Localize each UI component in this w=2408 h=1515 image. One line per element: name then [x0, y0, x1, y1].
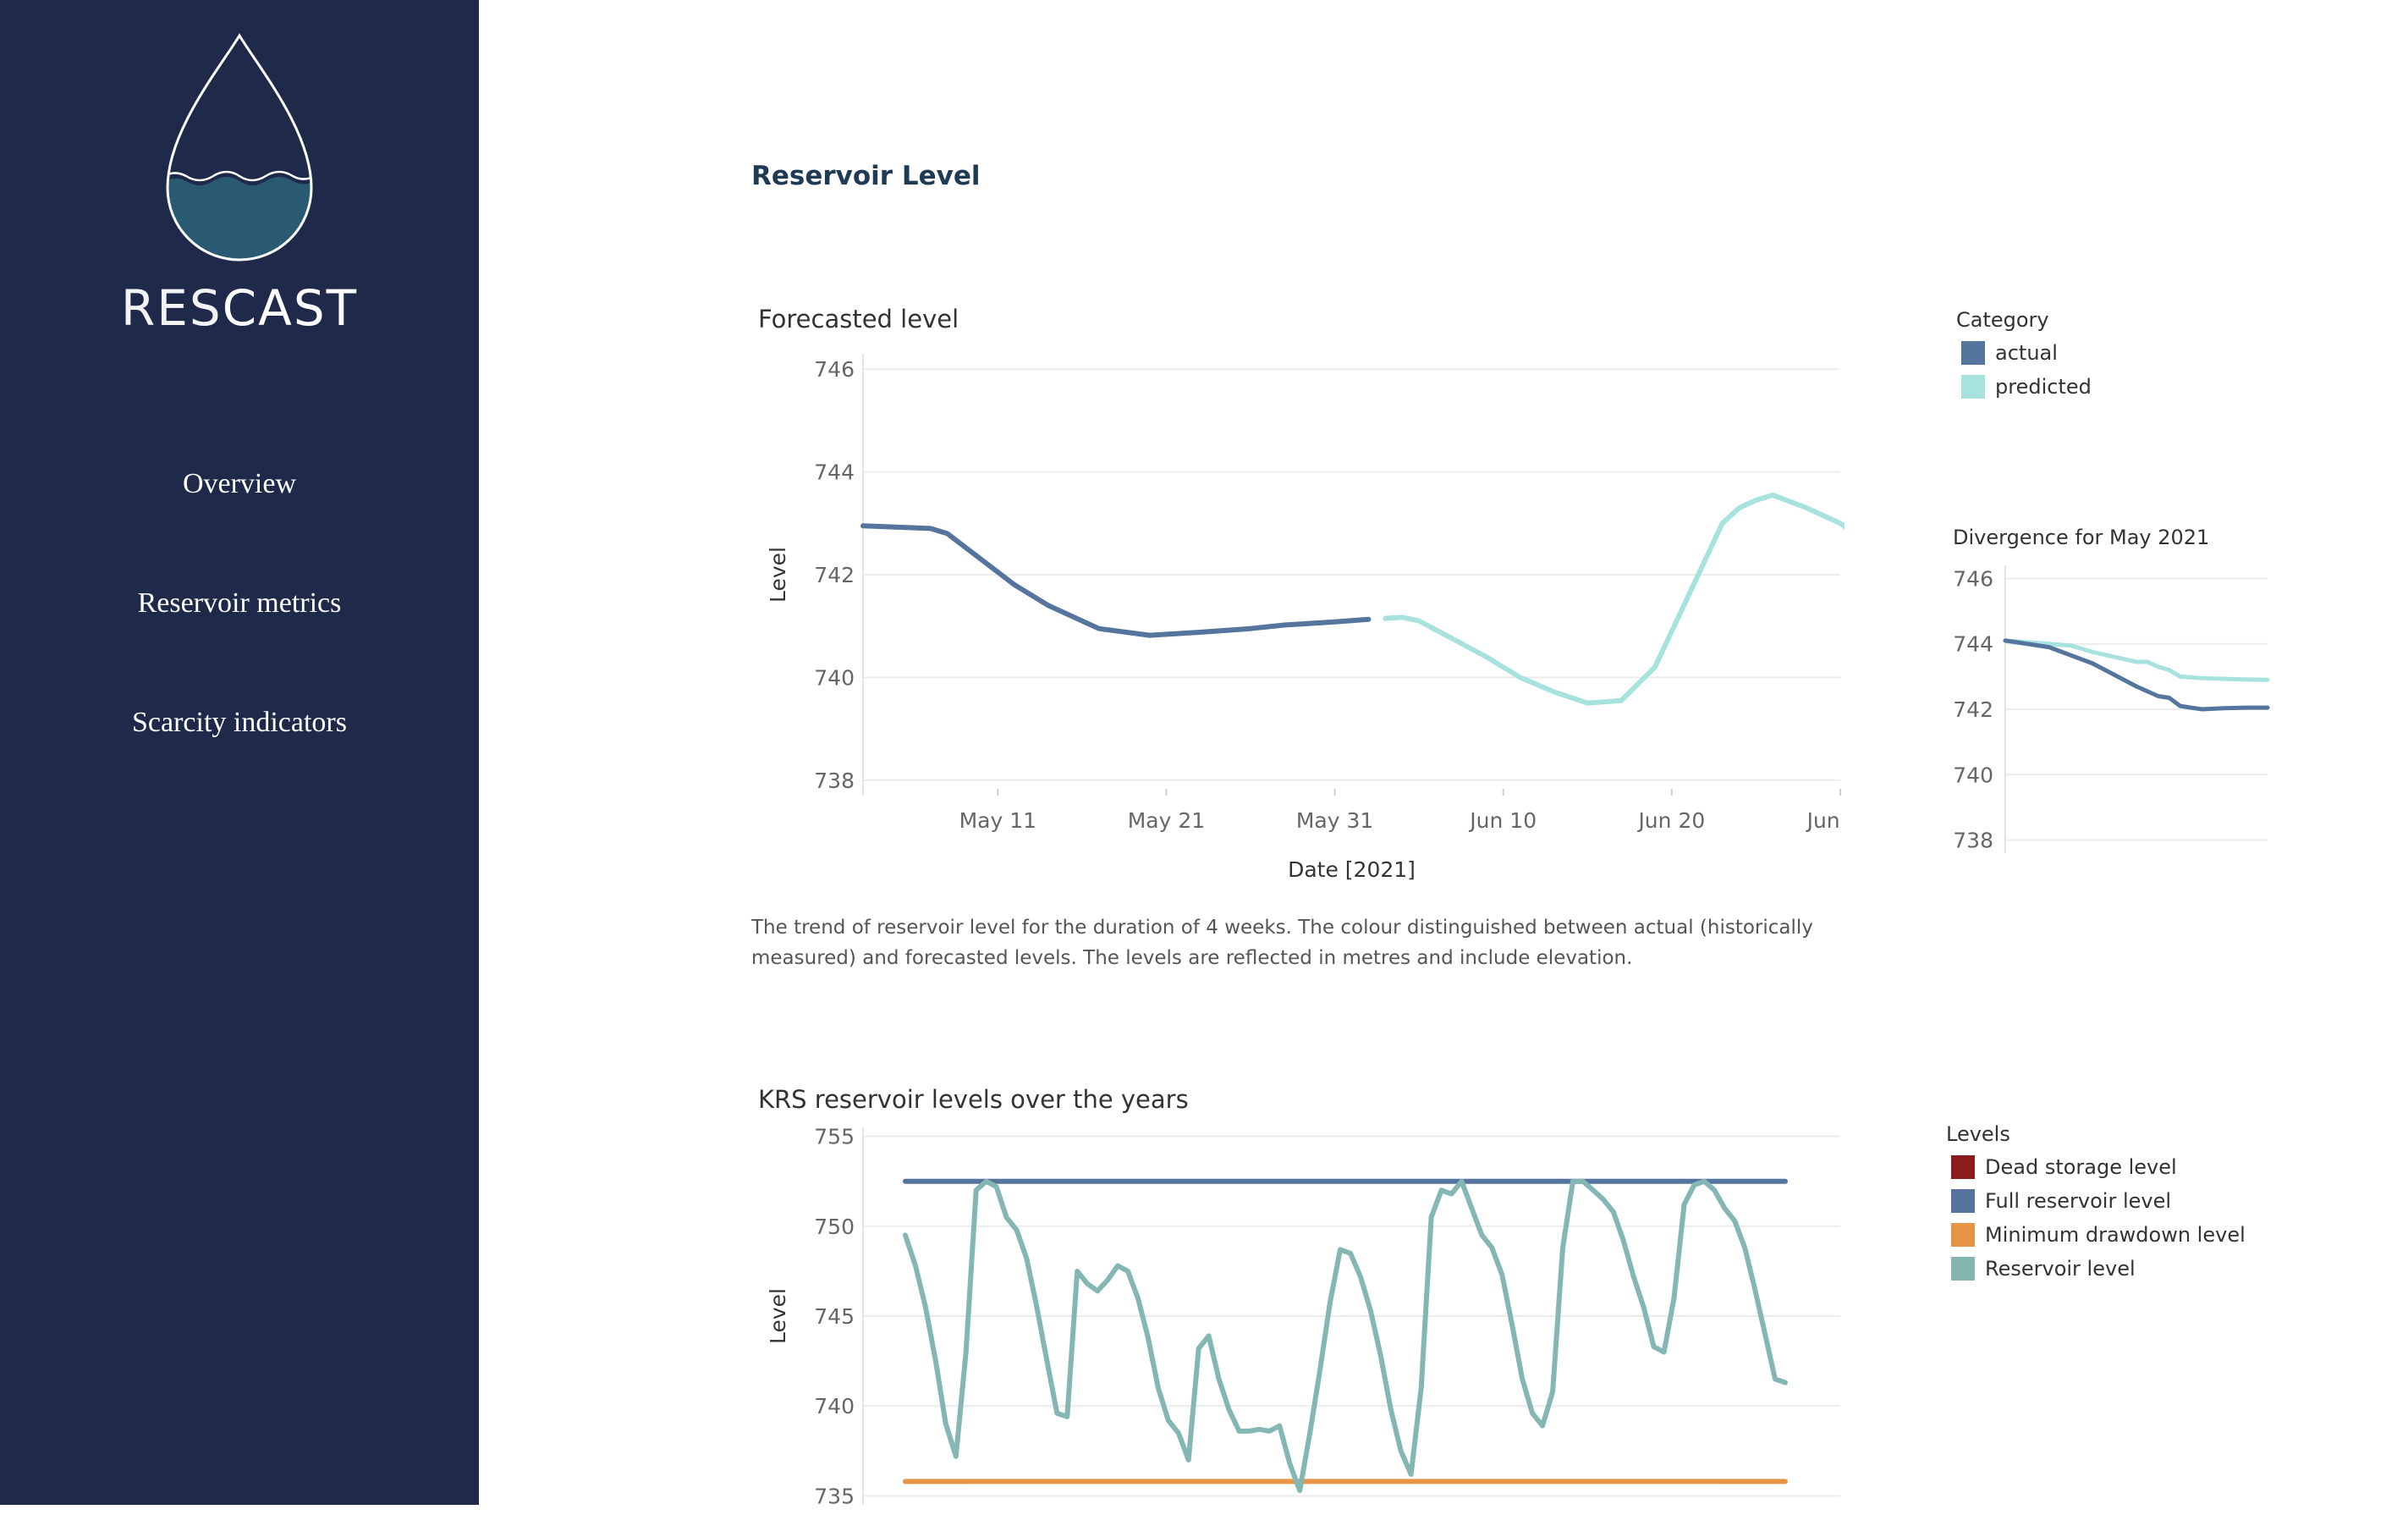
x-axis-label: Date [2021] — [1288, 857, 1416, 882]
legend-label-reservoir-level: Reservoir level — [1985, 1257, 2136, 1281]
y-tick-label: 746 — [1953, 566, 1993, 591]
legend-label-actual: actual — [1995, 341, 2058, 365]
y-tick-label: 745 — [814, 1304, 855, 1329]
rescast-logo[interactable]: RESCAST — [0, 0, 479, 355]
forecasted-level-chart[interactable]: 746 744 742 740 738 May 11 May 21 May 31 Jun 10 J… — [745, 339, 1844, 931]
logo-text-bold: CAST — [222, 279, 359, 337]
series-line-actual — [2003, 638, 2270, 712]
water-drop-icon — [166, 33, 313, 262]
y-tick-label: 738 — [1953, 829, 1993, 853]
legend-swatch-dead-storage — [1951, 1155, 1975, 1179]
x-tick-label: May 31 — [1296, 808, 1373, 833]
legend-label-min-drawdown: Minimum drawdown level — [1985, 1223, 2246, 1247]
logo-text-light: RES — [120, 279, 223, 337]
legend-swatch-reservoir-level — [1951, 1257, 1975, 1281]
y-tick-label: 738 — [814, 769, 855, 793]
series-line-actual — [860, 523, 1372, 638]
legend-swatch-min-drawdown — [1951, 1223, 1975, 1247]
krs-levels-chart[interactable]: 755 750 745 740 735 Level — [745, 1117, 1844, 1515]
y-tick-label: 740 — [814, 1394, 855, 1419]
y-axis-label: Level — [766, 547, 790, 603]
series-line-predicted — [1383, 492, 1844, 706]
legend-item-predicted[interactable]: predicted — [1961, 375, 2092, 399]
logo-wordmark: RESCAST — [0, 279, 479, 337]
x-tick-label: May 11 — [959, 808, 1036, 833]
legend-item-actual[interactable]: actual — [1961, 341, 2058, 365]
x-tick-label: Jun 20 — [1636, 808, 1705, 833]
y-tick-label: 750 — [814, 1215, 855, 1239]
legend-levels-title: Levels — [1946, 1122, 2010, 1146]
chart-title-forecasted: Forecasted level — [758, 305, 959, 333]
legend-category-title: Category — [1956, 308, 2049, 332]
divergence-chart[interactable]: 746 744 742 740 738 — [1946, 550, 2318, 872]
legend-item-dead-storage[interactable]: Dead storage level — [1951, 1155, 2177, 1179]
legend-label-dead-storage: Dead storage level — [1985, 1155, 2177, 1179]
y-tick-label: 746 — [814, 357, 855, 382]
chart-caption: The trend of reservoir level for the dur… — [751, 917, 1813, 969]
chart-title-divergence: Divergence for May 2021 — [1953, 526, 2210, 549]
page-title: Reservoir Level — [751, 161, 981, 191]
nav-item-scarcity-indicators[interactable]: Scarcity indicators — [0, 707, 479, 739]
x-tick-label: Jun 10 — [1468, 808, 1537, 833]
y-axis-label: Level — [766, 1288, 790, 1344]
legend-label-predicted: predicted — [1995, 375, 2092, 399]
sidebar: RESCAST Overview Reservoir metrics Scarc… — [0, 0, 479, 1505]
y-tick-label: 744 — [1953, 632, 1993, 657]
nav-item-reservoir-metrics[interactable]: Reservoir metrics — [0, 587, 479, 620]
legend-label-full-reservoir: Full reservoir level — [1985, 1189, 2172, 1213]
legend-swatch-full-reservoir — [1951, 1189, 1975, 1213]
y-tick-label: 740 — [1953, 763, 1993, 787]
legend-item-full-reservoir[interactable]: Full reservoir level — [1951, 1189, 2171, 1213]
y-tick-label: 755 — [814, 1125, 855, 1149]
y-tick-label: 740 — [814, 665, 855, 690]
x-tick-label: Jun 30 — [1806, 808, 1844, 833]
y-tick-label: 742 — [1953, 697, 1993, 722]
nav-item-overview[interactable]: Overview — [0, 468, 479, 500]
chart-title-krs: KRS reservoir levels over the years — [758, 1085, 1189, 1114]
series-line-reservoir-level — [903, 1178, 1788, 1493]
y-tick-label: 735 — [814, 1484, 855, 1508]
legend-item-min-drawdown[interactable]: Minimum drawdown level — [1951, 1223, 2246, 1247]
y-tick-label: 744 — [814, 460, 855, 485]
legend-swatch-predicted — [1961, 375, 1985, 399]
legend-swatch-actual — [1961, 341, 1985, 365]
x-tick-label: May 21 — [1128, 808, 1205, 833]
legend-item-reservoir-level[interactable]: Reservoir level — [1951, 1257, 2136, 1281]
y-tick-label: 742 — [814, 563, 855, 587]
